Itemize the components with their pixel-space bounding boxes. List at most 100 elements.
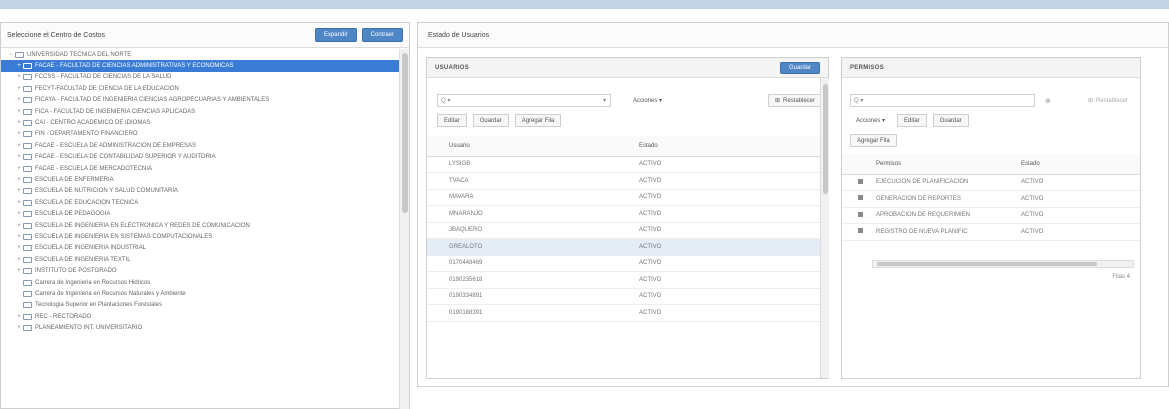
expand-node-icon[interactable]: +	[15, 268, 23, 274]
permission-cell[interactable]: EJECUCION DE PLANIFICACION	[876, 174, 1021, 191]
state-cell[interactable]: ACTIVO	[1021, 207, 1140, 224]
row-select-cell[interactable]	[427, 271, 449, 289]
user-cell[interactable]: 0190334891	[449, 288, 639, 305]
user-cell[interactable]: 0190188391	[449, 304, 639, 322]
state-cell[interactable]: ACTIVO	[639, 255, 820, 272]
permission-cell[interactable]: GENERACION DE REPORTES	[876, 190, 1021, 208]
tree-node[interactable]: + ESCUELA DE EDUCACION TECNICA	[1, 197, 399, 208]
users-table-row[interactable]: 0190334891 ACTIVO	[427, 288, 820, 305]
state-cell[interactable]: ACTIVO	[639, 189, 820, 206]
user-cell[interactable]: TVACA	[449, 172, 639, 190]
users-save-button[interactable]: Guardar	[472, 114, 509, 127]
state-cell[interactable]: ACTIVO	[639, 238, 820, 256]
permissions-save-button[interactable]: Guardar	[932, 114, 969, 127]
expand-node-icon[interactable]: +	[15, 314, 23, 320]
state-cell[interactable]: ACTIVO	[639, 288, 820, 305]
user-cell[interactable]: MAVARA	[449, 189, 639, 206]
tree-node[interactable]: Carrera de Ingenieria en Recursos Natura…	[1, 288, 399, 299]
state-cell[interactable]: ACTIVO	[1021, 174, 1140, 191]
user-cell[interactable]: LYSIGB	[449, 156, 639, 173]
row-select-cell[interactable]	[427, 255, 449, 272]
users-actions-menu[interactable]: Acciones ▾	[627, 94, 668, 107]
row-select-cell[interactable]	[427, 156, 449, 173]
state-cell[interactable]: ACTIVO	[639, 304, 820, 322]
expand-node-icon[interactable]: +	[15, 86, 23, 92]
users-table-row[interactable]: MAVARA ACTIVO	[427, 189, 820, 206]
users-scrollbar-thumb[interactable]	[823, 84, 828, 194]
permissions-hscrollbar[interactable]	[872, 260, 1134, 268]
users-select-header[interactable]	[427, 136, 449, 157]
state-cell[interactable]: ACTIVO	[639, 205, 820, 223]
expand-node-icon[interactable]: +	[15, 188, 23, 194]
users-refresh-button[interactable]: ⊞ Restablecer	[767, 94, 822, 107]
row-checkbox-cell[interactable]	[858, 223, 876, 241]
expand-button[interactable]: Expandir	[314, 28, 357, 42]
expand-node-icon[interactable]: +	[15, 223, 23, 229]
expand-node-icon[interactable]: +	[15, 131, 23, 137]
expand-node-icon[interactable]: +	[15, 325, 23, 331]
permission-cell[interactable]: REGISTRO DE NUEVA PLANIFIC	[876, 223, 1021, 241]
row-checkbox-cell[interactable]	[858, 190, 876, 208]
expand-node-icon[interactable]: +	[15, 143, 23, 149]
permissions-refresh-button[interactable]: ⊞ Restablecer	[1082, 94, 1134, 107]
state-cell[interactable]: ACTIVO	[639, 271, 820, 289]
expand-node-icon[interactable]: +	[15, 97, 23, 103]
tree-node[interactable]: + FIN - DEPARTAMENTO FINANCIERO	[1, 129, 399, 140]
users-search-dropdown-icon[interactable]: ▾	[603, 97, 610, 104]
users-table-row[interactable]: TVACA ACTIVO	[427, 172, 820, 190]
permissions-search-icon[interactable]: Q ▾	[854, 97, 863, 104]
permissions-edit-button[interactable]: Editar	[897, 114, 927, 127]
permissions-table-row[interactable]: GENERACION DE REPORTES ACTIVO	[842, 190, 1140, 208]
collapse-node-icon[interactable]: −	[7, 52, 15, 58]
checkbox-icon[interactable]	[858, 211, 863, 217]
users-table-row[interactable]: LYSIGB ACTIVO	[427, 156, 820, 173]
tree-node[interactable]: + FACAE - ESCUELA DE MERCADOTECNIA	[1, 163, 399, 174]
expand-node-icon[interactable]: +	[15, 63, 23, 69]
tree-scrollbar[interactable]	[399, 49, 409, 409]
row-checkbox-cell[interactable]	[858, 174, 876, 191]
permissions-column-state[interactable]: Estado	[1021, 154, 1140, 175]
tree-node[interactable]: + ESCUELA DE INGENIERIA EN SISTEMAS COMPU…	[1, 231, 399, 242]
state-cell[interactable]: ACTIVO	[639, 156, 820, 173]
tree-node[interactable]: + FICA - FACULTAD DE INGENIERIA CIENCIAS …	[1, 106, 399, 117]
permissions-add-row-button[interactable]: Agregar Fila	[850, 134, 897, 147]
users-scrollbar[interactable]	[820, 78, 829, 378]
expand-node-icon[interactable]: +	[15, 154, 23, 160]
row-select-cell[interactable]	[427, 304, 449, 322]
row-select-cell[interactable]	[427, 172, 449, 190]
expand-node-icon[interactable]: +	[15, 257, 23, 263]
row-select-cell[interactable]	[427, 288, 449, 305]
tree-node[interactable]: + PLANEAMIENTO INT. UNIVERSITARIO	[1, 322, 399, 333]
users-table-row[interactable]: 0170448469 ACTIVO	[427, 255, 820, 272]
collapse-button[interactable]: Contraer	[361, 28, 403, 42]
permissions-column-perm[interactable]: Permisos	[876, 154, 1021, 175]
row-select-cell[interactable]	[427, 222, 449, 239]
row-select-cell[interactable]	[427, 238, 449, 256]
expand-node-icon[interactable]: +	[15, 166, 23, 172]
tree-node[interactable]: + CAI - CENTRO ACADEMICO DE IDIOMAS	[1, 117, 399, 128]
expand-node-icon[interactable]: +	[15, 74, 23, 80]
tree-scrollbar-thumb[interactable]	[402, 53, 408, 213]
tree-node[interactable]: + FACAE - ESCUELA DE CONTABILIDAD SUPERIO…	[1, 152, 399, 163]
permissions-select-header[interactable]	[858, 154, 876, 175]
expand-node-icon[interactable]: +	[15, 211, 23, 217]
users-table-row[interactable]: GREALOTO ACTIVO	[427, 238, 820, 256]
tree-node[interactable]: + ESCUELA DE ENFERMERIA	[1, 174, 399, 185]
permissions-hscrollbar-thumb[interactable]	[877, 262, 1097, 266]
tree-node[interactable]: Carrera de Ingenieria en Recursos Hidric…	[1, 277, 399, 288]
tree-node[interactable]: + FACAE - FACULTAD DE CIENCIAS ADMINISTRA…	[1, 60, 399, 72]
users-search-icon[interactable]: Q ▾	[441, 97, 450, 104]
permission-cell[interactable]: APROBACION DE REQUERIMIEN	[876, 207, 1021, 224]
row-select-cell[interactable]	[427, 205, 449, 223]
tree-node[interactable]: + ESCUELA DE INGENIERIA EN ELECTRONICA Y …	[1, 220, 399, 231]
checkbox-icon[interactable]	[858, 228, 863, 234]
expand-node-icon[interactable]: +	[15, 177, 23, 183]
expand-node-icon[interactable]: +	[15, 120, 23, 126]
users-table-row[interactable]: JBAQUERO ACTIVO	[427, 222, 820, 239]
tree-node[interactable]: + REC - RECTORADO	[1, 311, 399, 322]
row-select-cell[interactable]	[427, 189, 449, 206]
users-column-state[interactable]: Estado	[639, 136, 820, 157]
tree-node[interactable]: + ESCUELA DE INGENIERIA INDUSTRIAL	[1, 243, 399, 254]
users-add-row-button[interactable]: Agregar Fila	[514, 114, 562, 127]
users-header-save-button[interactable]: Guardar	[779, 61, 820, 74]
